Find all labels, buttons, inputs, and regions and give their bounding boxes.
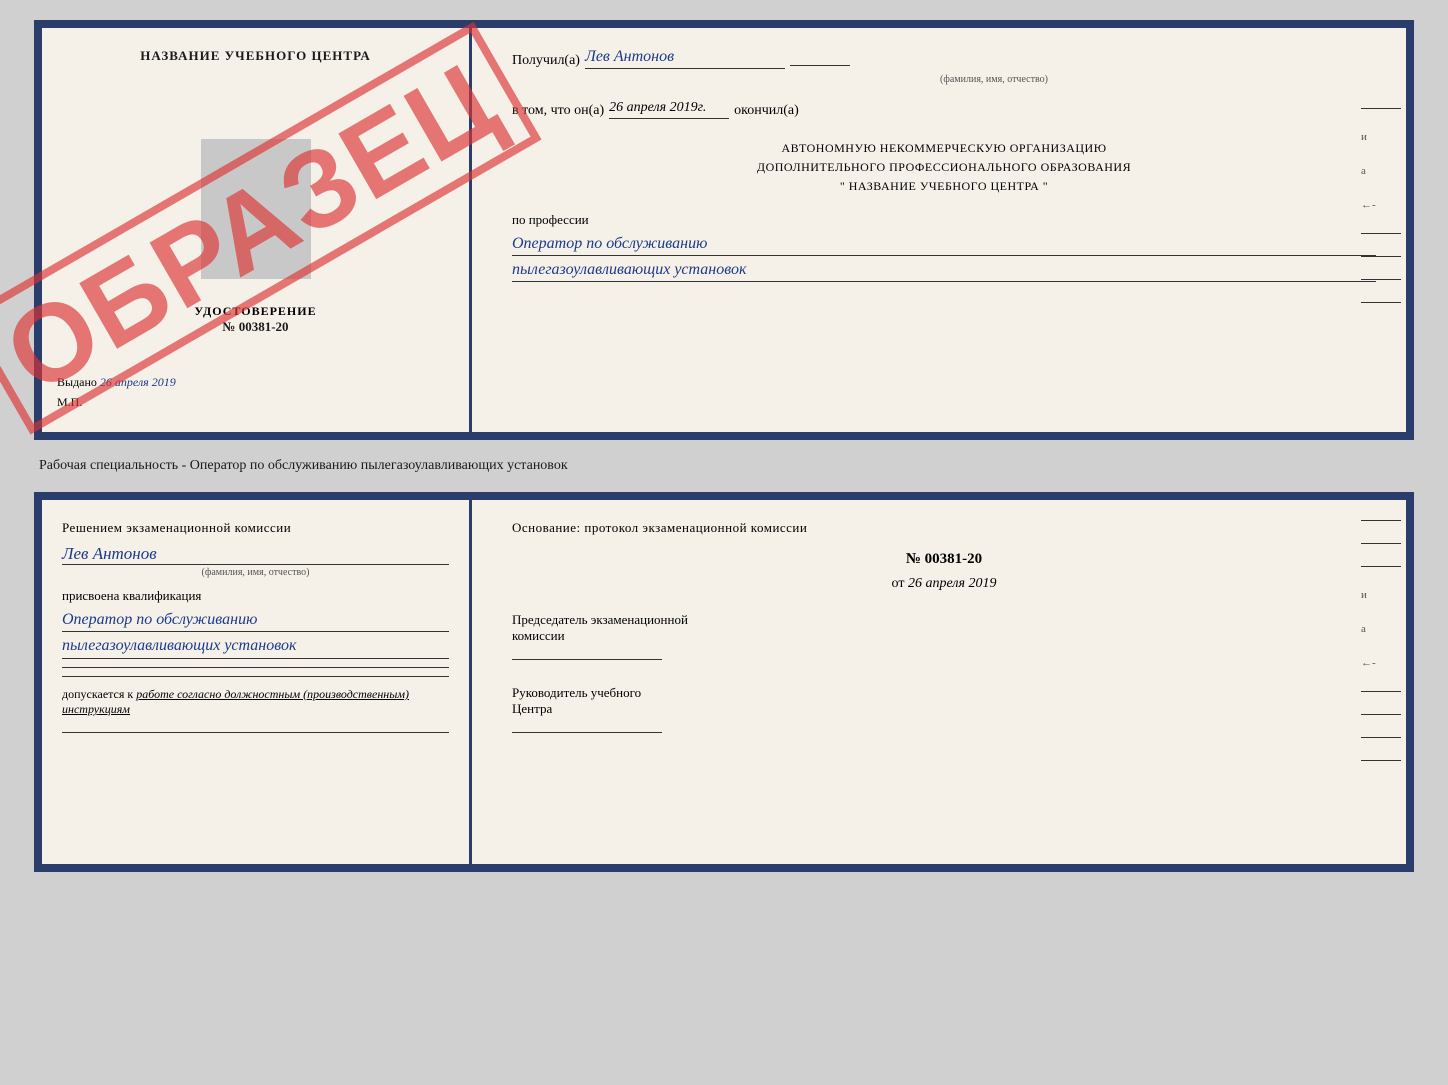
cert-number-top: № 00381-20 [194,319,316,335]
prisvoena-label: присвоена квалификация [62,588,449,604]
professii-block: по профессии Оператор по обслуживанию пы… [512,212,1376,283]
vtom-label: в том, что он(а) [512,103,604,119]
predsedatel-block: Председатель экзаменационной комиссии [512,612,1376,660]
blank-line-1 [62,667,449,668]
ot-label: от [892,576,905,591]
side-label-i-b: и [1361,589,1401,601]
side-label-a: а [1361,165,1401,177]
side-dash-3 [1361,256,1401,257]
rukovoditel-block: Руководитель учебного Центра [512,685,1376,733]
side-label-arrow-b: ←- [1361,657,1401,669]
separator-text: Рабочая специальность - Оператор по обсл… [34,458,1414,474]
blank-line-2 [62,676,449,677]
cert-bottom-right: Основание: протокол экзаменационной коми… [472,500,1406,864]
side-dash-b4 [1361,691,1401,692]
kvalif-line1: Оператор по обслуживанию [62,609,449,632]
side-dash-b1 [1361,520,1401,521]
vydano-label: Выдано [57,375,97,389]
side-dash-b6 [1361,737,1401,738]
professii-label: по профессии [512,212,1376,228]
rukovoditel-sign-line [512,732,662,733]
side-dash-b7 [1361,760,1401,761]
udostoverenie-title: УДОСТОВЕРЕНИЕ [194,304,316,319]
dopuskaetsya-label: допускается к [62,687,133,701]
predsedatel-sign-line [512,659,662,660]
poluchil-line: Получил(а) Лев Антонов [512,48,1376,69]
top-certificate: НАЗВАНИЕ УЧЕБНОГО ЦЕНТРА ОБРАЗЕЦ УДОСТОВ… [34,20,1414,440]
cert-bottom-left: Решением экзаменационной комиссии Лев Ан… [42,500,472,864]
side-dash-4 [1361,279,1401,280]
ot-date: от 26 апреля 2019 [512,576,1376,592]
predsedatel-line1: Председатель экзаменационной [512,612,1376,628]
predsedatel-line2: комиссии [512,628,1376,644]
poluchil-name: Лев Антонов [585,48,785,69]
side-label-arrow: ←- [1361,199,1401,211]
mp-line: М.П. [57,395,454,410]
bottom-certificate: Решением экзаменационной комиссии Лев Ан… [34,492,1414,872]
resheniem-title: Решением экзаменационной комиссии [62,520,449,536]
rukovoditel-line1: Руководитель учебного [512,685,1376,701]
vtom-line: в том, что он(а) 26 апреля 2019г. окончи… [512,100,1376,119]
dopuskaetsya-block: допускается к работе согласно должностны… [62,687,449,717]
poluchil-label: Получил(а) [512,53,580,69]
vydano-line: Выдано 26 апреля 2019 [57,375,454,390]
side-label-i: и [1361,131,1401,143]
vydano-date: 26 апреля 2019 [100,375,176,389]
fio-bottom-name: Лев Антонов [62,544,449,565]
side-dashes-bottom: и а ←- [1361,520,1406,761]
top-dash-right [790,65,850,66]
side-dash-2 [1361,233,1401,234]
professii-value-line1: Оператор по обслуживанию [512,233,1376,256]
side-dash-b3 [1361,566,1401,567]
photo-placeholder [201,139,311,279]
org-line2: ДОПОЛНИТЕЛЬНОГО ПРОФЕССИОНАЛЬНОГО ОБРАЗО… [512,158,1376,177]
side-dashes-top: и а ←- [1361,108,1406,303]
side-label-a-b: а [1361,623,1401,635]
org-block: АВТОНОМНУЮ НЕКОММЕРЧЕСКУЮ ОРГАНИЗАЦИЮ ДО… [512,139,1376,197]
org-line3: " НАЗВАНИЕ УЧЕБНОГО ЦЕНТРА " [512,177,1376,196]
kvalif-line2: пылегазоулавливающих установок [62,635,449,658]
rukovoditel-line2: Центра [512,701,1376,717]
fio-sublabel-top: (фамилия, имя, отчество) [512,74,1376,85]
side-dash-5 [1361,302,1401,303]
osnovanie-title: Основание: протокол экзаменационной коми… [512,520,1376,536]
vtom-okonchal: окончил(а) [734,103,799,119]
side-dash-b2 [1361,543,1401,544]
vtom-date: 26 апреля 2019г. [609,100,729,119]
side-dash-1 [1361,108,1401,109]
fio-bottom-sublabel: (фамилия, имя, отчество) [62,567,449,578]
cert-top-left: НАЗВАНИЕ УЧЕБНОГО ЦЕНТРА ОБРАЗЕЦ УДОСТОВ… [42,28,472,432]
protokol-number: № 00381-20 [512,551,1376,568]
ot-date-value: 26 апреля 2019 [908,576,996,591]
institution-name-top: НАЗВАНИЕ УЧЕБНОГО ЦЕНТРА [140,48,371,64]
udostoverenie-block: УДОСТОВЕРЕНИЕ № 00381-20 [194,304,316,335]
professii-value-line2: пылегазоулавливающих установок [512,259,1376,282]
blank-line-3 [62,732,449,733]
side-dash-b5 [1361,714,1401,715]
cert-top-right: Получил(а) Лев Антонов (фамилия, имя, от… [472,28,1406,432]
org-line1: АВТОНОМНУЮ НЕКОММЕРЧЕСКУЮ ОРГАНИЗАЦИЮ [512,139,1376,158]
